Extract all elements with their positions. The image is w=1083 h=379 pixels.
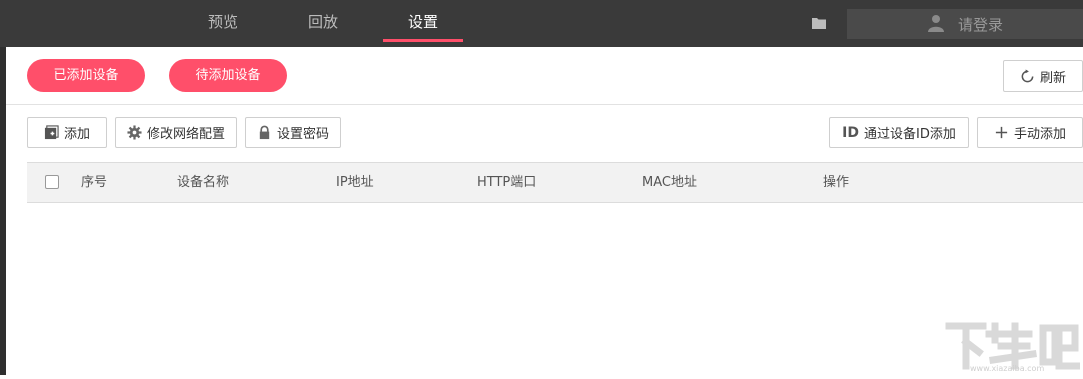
column-index[interactable]: 序号 (81, 163, 107, 202)
refresh-icon (1021, 68, 1034, 82)
user-icon (928, 15, 944, 32)
column-ip-address[interactable]: IP地址 (336, 163, 374, 202)
tab-preview[interactable]: 预览 (195, 0, 251, 44)
active-tab-indicator (383, 39, 463, 42)
add-button[interactable]: 添加 (27, 117, 107, 148)
pending-devices-tab[interactable]: 待添加设备 (169, 59, 287, 92)
add-device-icon (44, 125, 59, 140)
left-gutter (0, 47, 6, 375)
add-by-id-button[interactable]: ID 通过设备ID添加 (829, 117, 969, 148)
select-all-checkbox[interactable] (45, 175, 59, 189)
plus-icon (995, 126, 1008, 139)
add-by-id-label: 通过设备ID添加 (863, 127, 956, 142)
network-config-button[interactable]: 修改网络配置 (115, 117, 237, 148)
tab-settings[interactable]: 设置 (395, 0, 451, 44)
device-table-header: 序号 设备名称 IP地址 HTTP端口 MAC地址 操作 (27, 162, 1083, 203)
column-mac-address[interactable]: MAC地址 (642, 163, 697, 202)
top-navigation-bar: 预览 回放 设置 请登录 (0, 0, 1083, 47)
column-http-port[interactable]: HTTP端口 (477, 163, 536, 202)
manual-add-button[interactable]: 手动添加 (977, 117, 1083, 148)
column-actions[interactable]: 操作 (823, 163, 849, 202)
id-icon: ID (842, 124, 859, 141)
manual-add-label: 手动添加 (1013, 127, 1066, 142)
refresh-label: 刷新 (1039, 70, 1066, 86)
set-password-button[interactable]: 设置密码 (245, 117, 341, 148)
watermark-url: www.xiazaiba.com (970, 364, 1045, 373)
folder-icon[interactable] (812, 17, 826, 29)
column-device-name[interactable]: 设备名称 (177, 163, 229, 202)
set-password-label: 设置密码 (276, 127, 329, 142)
divider (6, 104, 1083, 105)
login-link[interactable]: 请登录 (958, 10, 1003, 40)
refresh-button[interactable]: 刷新 (1003, 60, 1083, 92)
lock-icon (259, 125, 270, 140)
tab-playback[interactable]: 回放 (295, 0, 351, 44)
network-config-label: 修改网络配置 (146, 127, 225, 142)
add-label: 添加 (63, 127, 90, 142)
added-devices-tab[interactable]: 已添加设备 (27, 59, 145, 92)
gear-icon (127, 125, 142, 140)
